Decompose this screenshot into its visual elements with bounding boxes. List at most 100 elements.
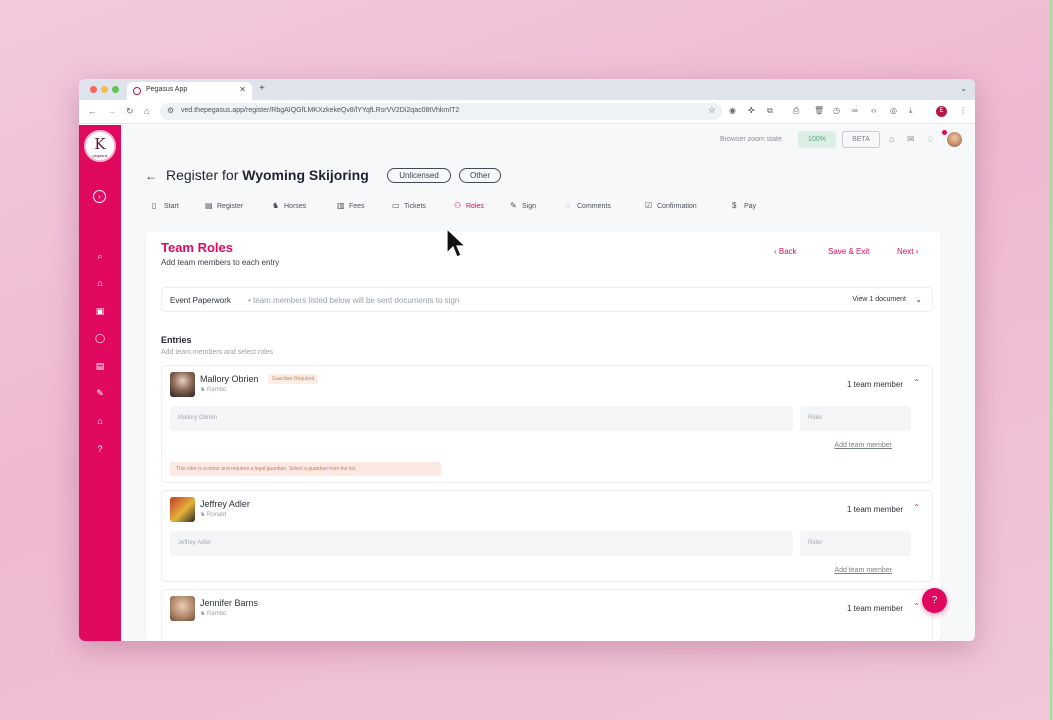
graduation-cap-icon[interactable]: ⌂ [93,414,107,428]
team-member-select[interactable]: Jeffrey Adler [170,531,793,556]
profile-avatar[interactable]: E [936,106,947,117]
entry-horse: ♞ Rambo [200,610,226,617]
close-tab-icon[interactable]: ✕ [239,85,246,94]
download-icon[interactable]: ⤓ [909,106,913,116]
step-tickets[interactable]: ▭ Tickets [392,201,426,210]
guardian-warning: This rider is a minor and requires a leg… [170,462,441,476]
forward-nav-icon[interactable]: → [107,106,116,116]
entry-name: Mallory Obrien [200,374,259,384]
step-start[interactable]: ▯ Start [152,201,179,210]
back-button[interactable]: ‹ Back [774,247,797,256]
minimize-window-button[interactable] [101,86,108,93]
step-fees[interactable]: ▥ Fees [337,201,365,210]
expand-sidebar-icon[interactable]: › [93,190,106,203]
printer-icon[interactable]: ⎙ [793,106,799,116]
puzzle-extension-icon[interactable]: ✜ [748,106,755,115]
back-arrow-icon[interactable]: ← [145,169,157,183]
browser-menu-icon[interactable]: ⋮ [959,106,967,115]
horse-icon: ♞ [200,512,208,518]
chat-help-button[interactable]: ? [922,588,947,613]
save-exit-button[interactable]: Save & Exit [828,247,869,256]
pen-icon: ✎ [510,201,517,210]
pegasus-logo[interactable]: K pegasus [84,130,116,162]
code-icon[interactable]: ‹› [871,106,876,115]
horse-name: Ronald [207,512,227,518]
receipt-icon: ▥ [337,201,345,210]
tab-search-icon[interactable]: ⌄ [960,84,967,93]
step-register[interactable]: ▤ Register [205,201,243,210]
chevron-right-icon: › [913,247,919,256]
step-comments[interactable]: ◌ Comments [565,201,611,210]
add-team-member-link[interactable]: Add team member [834,442,892,449]
role-select[interactable]: Rider [800,531,911,556]
feather-icon[interactable]: ✎ [93,386,107,400]
entries-heading: Entries [161,335,192,345]
new-tab-button[interactable]: + [259,83,265,94]
team-member-select[interactable]: Mallory Obrien [170,406,793,431]
step-horses[interactable]: ♞ Horses [272,201,306,210]
close-window-button[interactable] [90,86,97,93]
zoom-value-badge: 100% [798,131,836,148]
collapse-chevron-icon[interactable]: ⌃ [913,503,920,512]
horse-icon: ♞ [272,201,280,210]
beta-badge[interactable]: BETA [842,131,880,148]
user-icon[interactable]: ◯ [93,331,107,345]
screen-edge-line [1050,0,1052,720]
clipboard-icon: ▯ [152,201,157,210]
entry-avatar [170,372,195,397]
address-bar[interactable]: ⚙ ved.thepegasus.app/register/RbgAIQGfLM… [160,103,722,120]
glasses-icon[interactable]: ◎ [890,106,897,115]
user-avatar[interactable] [947,132,962,147]
step-roles[interactable]: ⚇ Roles [454,201,484,210]
notification-bell-icon[interactable]: ♢ [926,134,934,145]
entry-card: Mallory Obrien Guardian Required ♞ Rambo… [161,365,933,483]
step-sign[interactable]: ✎ Sign [510,201,536,210]
browser-tab[interactable]: Pegasus App ✕ [127,82,252,100]
home-icon[interactable]: ⌂ [144,106,149,116]
step-label: Roles [466,203,484,210]
help-circle-icon[interactable]: ? [93,442,107,456]
add-team-member-link[interactable]: Add team member [834,567,892,574]
back-nav-icon[interactable]: ← [88,106,97,116]
step-pay[interactable]: $ Pay [732,201,756,210]
document-icon[interactable]: ▤ [93,359,107,373]
camera-extension-icon[interactable]: ◉ [729,106,736,115]
collapse-chevron-icon[interactable]: ⌃ [913,378,920,387]
entries-subtitle: Add team members and select roles [161,349,274,356]
calendar-check-icon[interactable]: ▣ [93,304,107,318]
event-paperwork-row[interactable]: Event Paperwork • team members listed be… [161,287,933,312]
chat-icon: ? [931,595,938,606]
maximize-window-button[interactable] [112,86,119,93]
role-select[interactable]: Rider [800,406,911,431]
mouse-cursor-icon [446,228,466,258]
step-label: Comments [577,203,611,210]
extensions-icon[interactable]: ⧉ [767,106,773,116]
view-document-link[interactable]: View 1 document [852,296,906,303]
step-label: Register [217,203,244,210]
site-info-icon[interactable]: ⚙ [167,106,174,115]
next-label: Next [897,247,914,256]
search-icon[interactable]: ⌕ [93,249,107,263]
graduation-cap-header-icon[interactable]: ⌂ [889,134,894,144]
card-title: Team Roles [161,240,234,255]
collapse-chevron-icon[interactable]: ⌃ [913,602,920,611]
step-confirmation[interactable]: ☑ Confirmation [645,201,697,210]
next-button[interactable]: Next › [897,247,918,256]
horse-name: Rambo [207,611,227,617]
step-label: Sign [522,203,537,210]
inbox-icon[interactable]: ✉ [907,134,915,145]
page-title: Register for Wyoming Skijoring [166,167,369,183]
barn-icon[interactable]: ⌂ [93,276,107,290]
team-member-count: 1 team member [846,380,903,389]
bookmark-star-icon[interactable]: ☆ [708,105,716,116]
license-chip: Unlicensed [387,168,451,183]
browser-toolbar: ← → ↻ ⌂ ⚙ ved.thepegasus.app/register/Rb… [79,100,975,124]
chevron-down-icon[interactable]: ⌄ [915,295,922,304]
reload-icon[interactable]: ↻ [126,106,134,117]
logo-subtitle: pegasus [92,153,108,158]
step-label: Pay [744,203,757,210]
trash-icon[interactable]: 🗑 [814,106,824,115]
history-icon[interactable]: ◷ [833,106,840,115]
entry-horse: ♞ Rambo [200,386,226,393]
link-icon[interactable]: ∞ [852,106,858,115]
